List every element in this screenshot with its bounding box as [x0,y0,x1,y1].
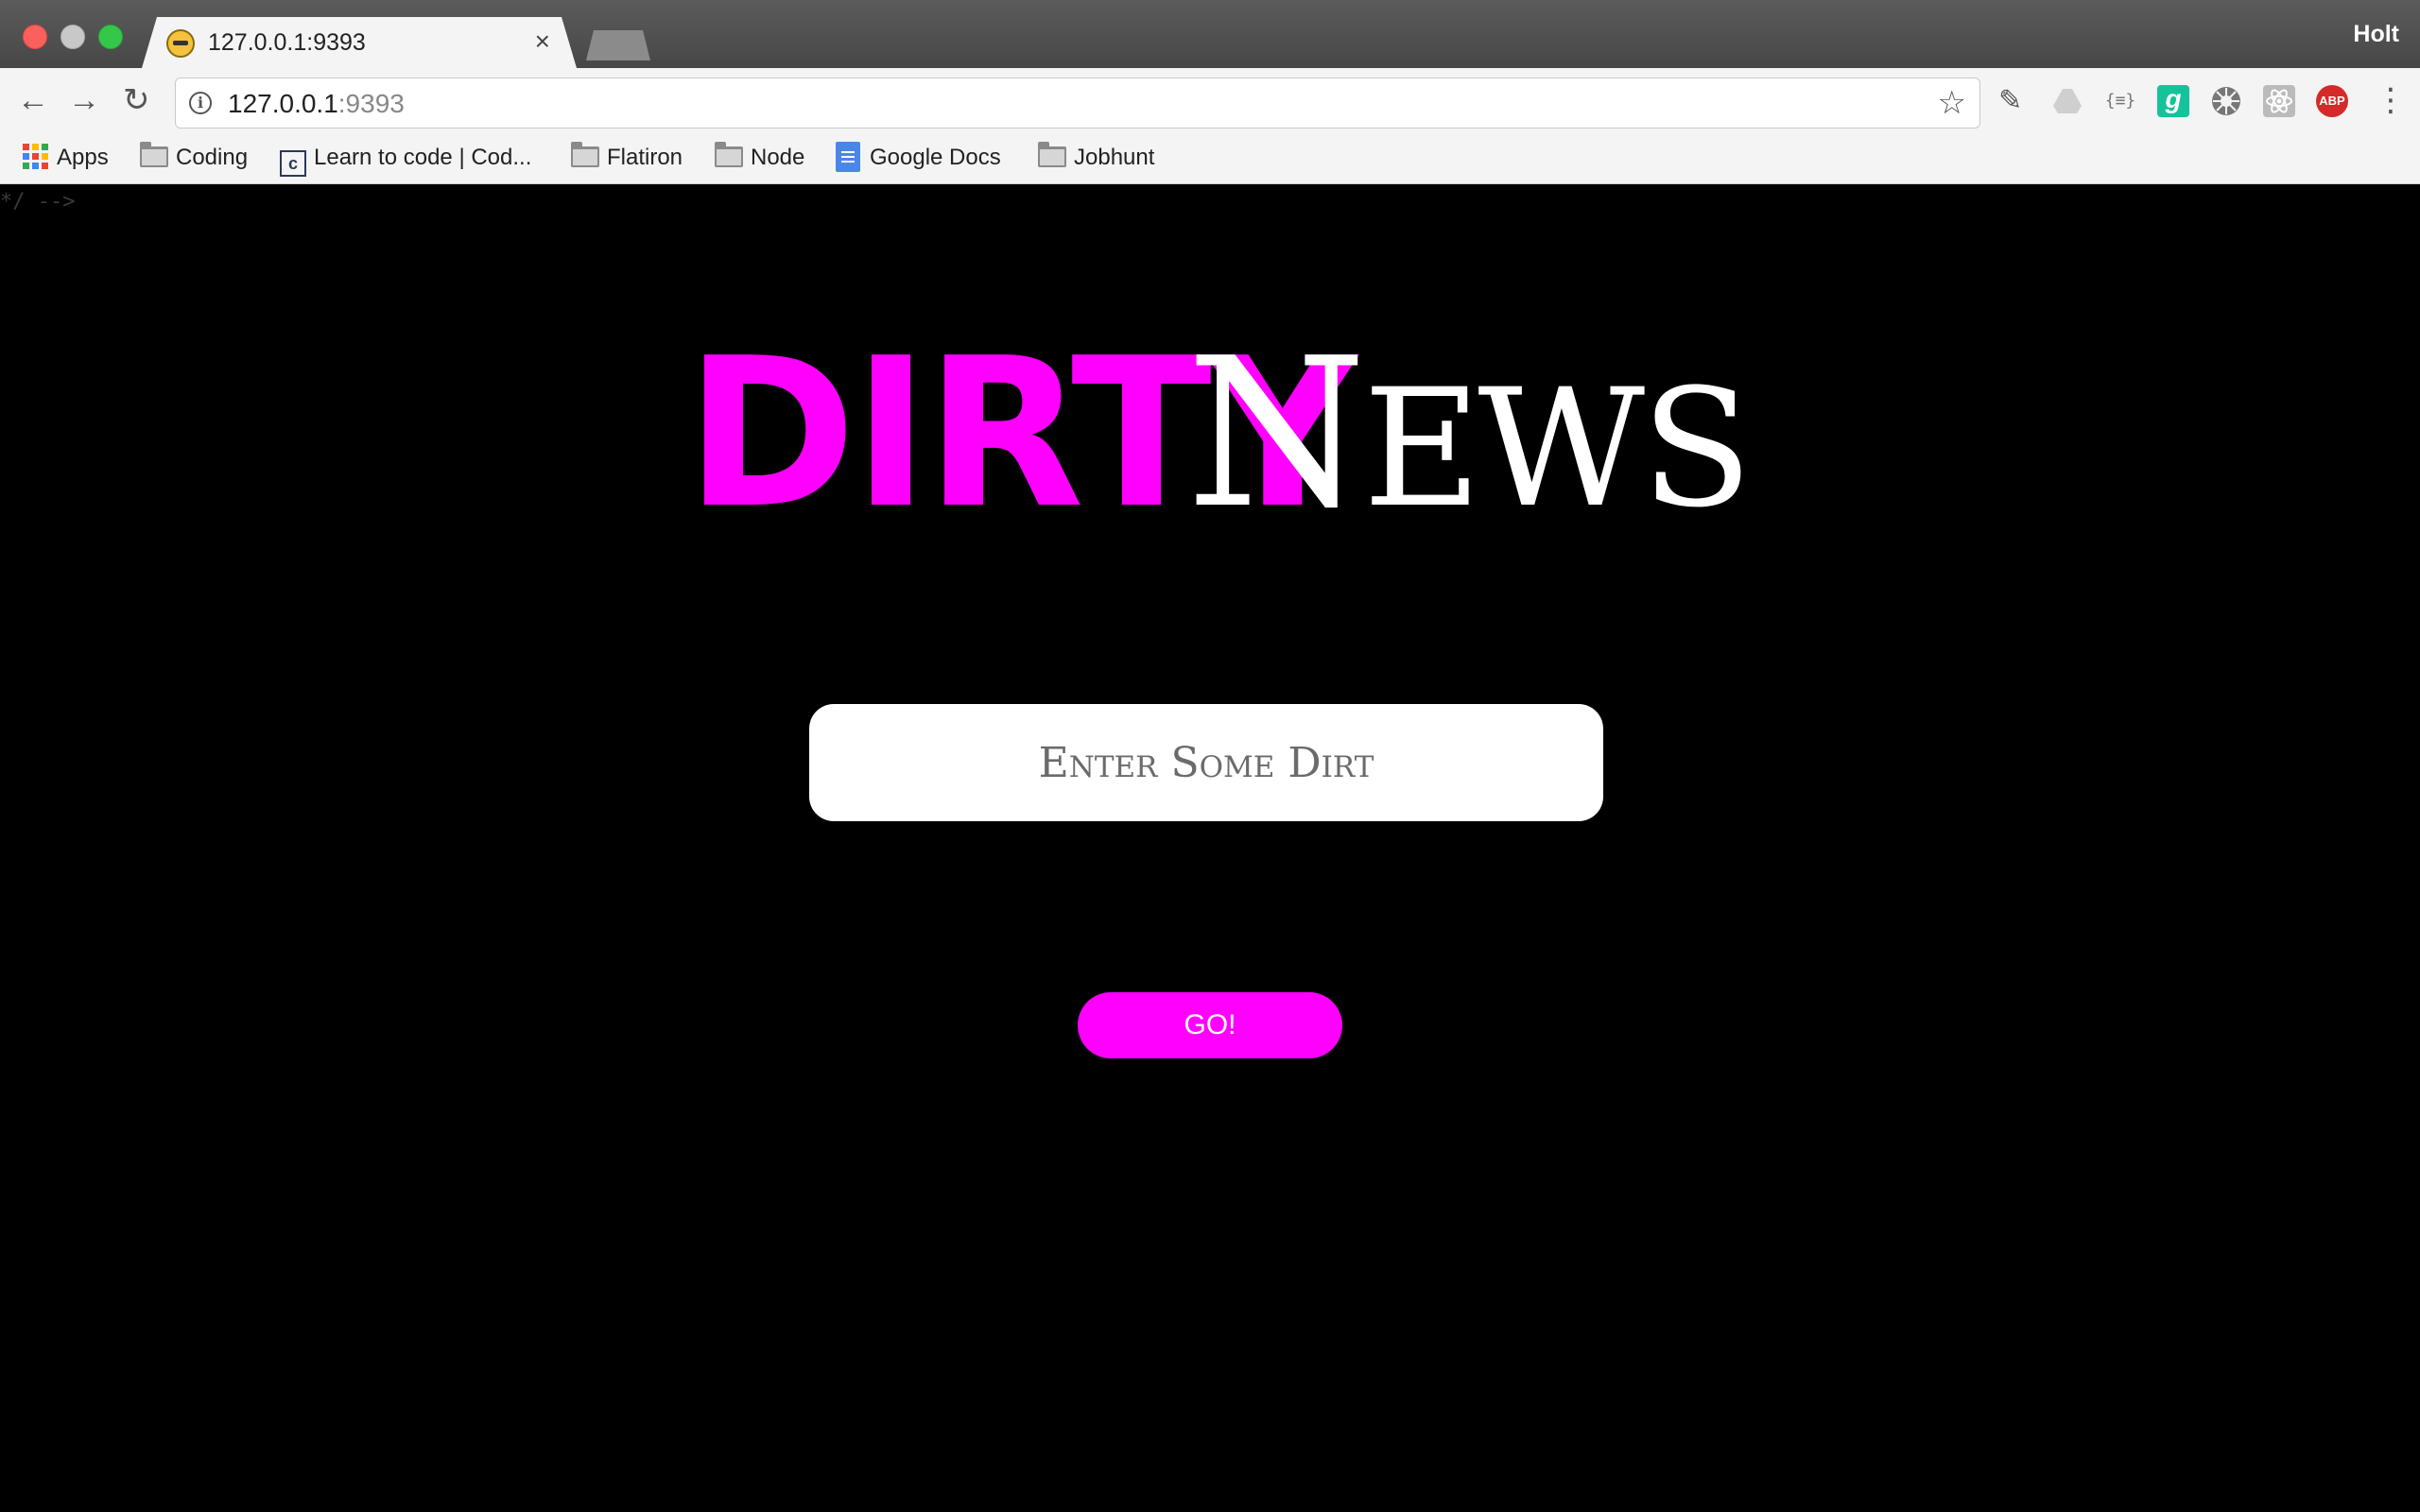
stray-comment-text: */ --> [0,190,76,214]
bookmark-star-icon[interactable]: ☆ [1938,84,1966,122]
bookmark-folder-flatiron[interactable]: Flatiron [571,142,683,174]
folder-icon [571,142,599,167]
url-host: 127.0.0.1 [228,89,338,118]
settings-wheel-icon[interactable] [2210,85,2242,117]
json-formatter-icon[interactable]: {≡} [2104,85,2136,117]
bookmarks-bar: Apps Coding c Learn to code | Cod... Flat… [0,134,2420,184]
browser-menu-icon[interactable]: ⋮ [2375,81,2407,119]
google-drive-icon[interactable] [2051,85,2083,117]
bookmark-label: Google Docs [870,145,1001,170]
bookmark-label: Apps [57,145,109,170]
folder-icon [1038,142,1066,167]
new-tab-button[interactable] [586,30,650,60]
logo-news-text: NEWS [1186,332,1753,543]
codecademy-icon: c [280,150,306,177]
eyedropper-icon[interactable]: ✎ [1998,85,2031,117]
minimize-window-button[interactable] [60,25,85,49]
bookmark-apps[interactable]: Apps [23,142,109,174]
bookmark-folder-node[interactable]: Node [715,142,804,174]
apps-grid-icon [23,144,49,170]
tab-active[interactable]: 127.0.0.1:9393 × [142,17,577,68]
back-arrow-icon[interactable]: ← [17,83,49,117]
info-icon[interactable]: i [189,92,212,114]
adblock-plus-icon[interactable]: ABP [2316,85,2348,117]
dirt-input[interactable] [809,704,1603,821]
tab-title: 127.0.0.1:9393 [208,29,366,56]
bookmark-label: Learn to code | Cod... [314,145,532,170]
bookmark-learn-to-code[interactable]: c Learn to code | Cod... [280,142,532,177]
browser-toolbar: ← → ↻ i 127.0.0.1:9393 ☆ ✎ {≡} g ABP ⋮ [0,68,2420,134]
url-text: 127.0.0.1:9393 [228,89,405,119]
address-bar[interactable]: i 127.0.0.1:9393 ☆ [175,77,1980,129]
logo-news-rest: EWS [1362,353,1753,543]
react-devtools-icon[interactable] [2263,85,2295,117]
bookmark-folder-coding[interactable]: Coding [140,142,248,174]
tab-close-icon[interactable]: × [535,26,550,57]
laughing-emoji-icon [166,29,195,58]
profile-name[interactable]: Holt [2353,21,2399,48]
window-title-bar: 127.0.0.1:9393 × Holt [0,0,2420,68]
go-button[interactable]: GO! [1078,992,1342,1058]
grammarly-icon[interactable]: g [2157,85,2189,117]
dirtynews-logo: DIRTY NEWS [685,332,1754,543]
folder-icon [715,142,743,167]
url-port: :9393 [337,89,405,118]
bookmark-label: Coding [176,145,249,170]
bookmark-label: Jobhunt [1074,145,1155,170]
bookmark-google-docs[interactable]: Google Docs [836,142,1001,174]
folder-icon [140,142,168,167]
logo-news-initial: N [1186,315,1367,554]
bookmark-label: Flatiron [607,145,683,170]
bookmark-label: Node [751,145,805,170]
close-window-button[interactable] [23,25,47,49]
reload-icon[interactable]: ↻ [123,83,150,117]
maximize-window-button[interactable] [98,25,123,49]
bookmark-folder-jobhunt[interactable]: Jobhunt [1038,142,1154,174]
google-docs-icon [836,142,860,172]
forward-arrow-icon[interactable]: → [68,83,100,117]
